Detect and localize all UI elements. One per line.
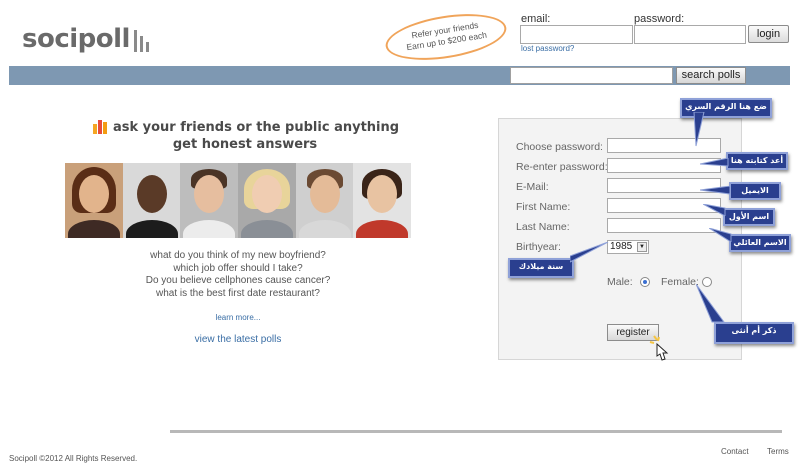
password-label: password: [634, 13, 685, 25]
hero-line-1: ask your friends or the public anything [112, 120, 400, 135]
hero-headline: ask your friends or the public anything … [90, 119, 400, 153]
question-item: Do you believe cellphones cause cancer? [145, 275, 331, 286]
callout-pointer [709, 228, 732, 242]
callout-email: الايميل [729, 182, 781, 200]
chevron-down-icon: ▼ [637, 242, 647, 252]
callout-last-name: الاسم العائلي [729, 234, 791, 252]
callout-pointer [696, 284, 725, 323]
question-item: which job offer should I take? [173, 262, 303, 274]
question-item: what do you think of my new boyfriend? [150, 250, 326, 261]
question-item: what is the best first date restaurant? [156, 287, 320, 299]
view-latest-polls-link[interactable]: view the latest polls [178, 334, 298, 345]
callout-pointer [693, 112, 705, 147]
first-name-label: First Name: [516, 201, 571, 213]
hand-cursor-icon [649, 335, 669, 361]
callout-gender: ذكر أم أنثى [714, 322, 794, 344]
login-button[interactable]: login [748, 25, 789, 43]
example-questions: what do you think of my new boyfriend? w… [120, 250, 356, 300]
person-photo [180, 163, 239, 238]
birthyear-value: 1985 [610, 241, 633, 252]
terms-link[interactable]: Terms [767, 447, 789, 456]
login-email-input[interactable] [520, 25, 633, 44]
hero-line-2: get honest answers [172, 137, 318, 152]
birthyear-label: Birthyear: [516, 241, 561, 253]
male-radio[interactable] [640, 277, 650, 287]
person-photo [238, 163, 296, 238]
choose-password-label: Choose password: [516, 141, 603, 153]
callout-pointer [570, 242, 609, 263]
person-photo [122, 163, 181, 238]
last-name-label: Last Name: [516, 221, 570, 233]
person-photo [65, 163, 123, 238]
birthyear-select[interactable]: 1985 ▼ [607, 240, 649, 254]
search-polls-button[interactable]: search polls [676, 67, 746, 84]
callout-reenter: أعد كتابته هنا [726, 152, 788, 170]
search-input[interactable] [510, 67, 673, 84]
callout-birth: سنة ميلادك [508, 258, 574, 278]
logo-bars-icon [134, 30, 152, 52]
callout-pointer [703, 204, 726, 216]
contact-link[interactable]: Contact [721, 447, 749, 456]
refer-friends-promo[interactable]: Refer your friends Earn up to $200 each [382, 6, 510, 68]
email-label: email: [521, 13, 551, 25]
learn-more-link[interactable]: learn more... [200, 313, 276, 322]
callout-pointer [700, 158, 729, 167]
male-label: Male: [607, 276, 633, 288]
person-photo [295, 163, 354, 238]
copyright: Socipoll ©2012 All Rights Reserved. [9, 454, 138, 463]
person-photo [353, 163, 412, 238]
lost-password-link[interactable]: lost password? [521, 44, 574, 53]
callout-first-name: اسم الأول [723, 208, 775, 226]
last-name-input[interactable] [607, 218, 721, 233]
socipoll-logo[interactable]: socipoll [22, 24, 130, 54]
people-photo-strip [65, 163, 412, 238]
female-label: Female: [661, 276, 699, 288]
email-reg-label: E-Mail: [516, 181, 549, 193]
reenter-password-label: Re-enter password: [516, 161, 608, 173]
callout-pointer [700, 186, 731, 195]
footer-divider [170, 430, 782, 433]
login-password-input[interactable] [634, 25, 746, 44]
